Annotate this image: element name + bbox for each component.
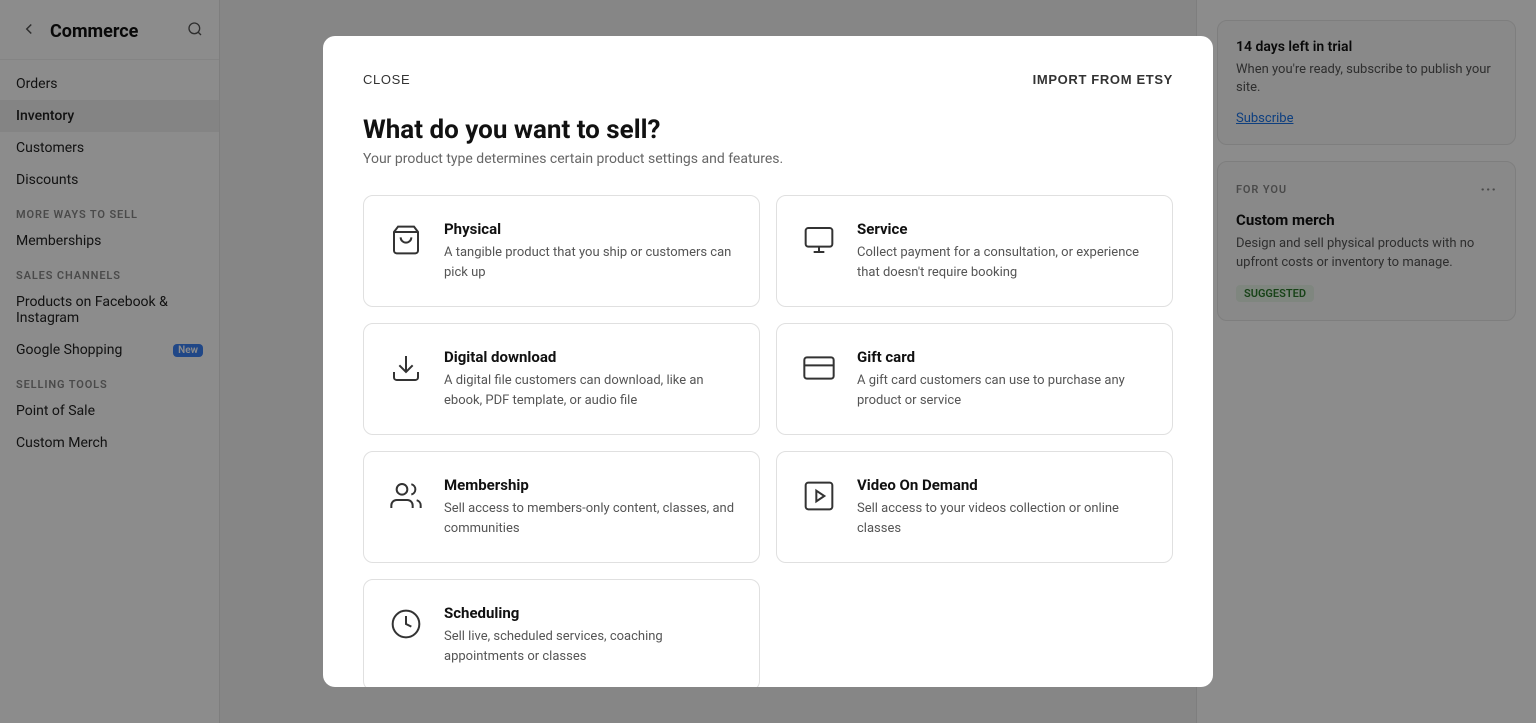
membership-desc: Sell access to members-only content, cla…: [444, 499, 737, 538]
modal-subtitle: Your product type determines certain pro…: [363, 151, 1173, 167]
gift-card-name: Gift card: [857, 348, 1150, 366]
digital-download-desc: A digital file customers can download, l…: [444, 371, 737, 410]
service-name: Service: [857, 220, 1150, 238]
membership-text: Membership Sell access to members-only c…: [444, 476, 737, 538]
download-icon: [386, 348, 426, 388]
gift-card-icon: [799, 348, 839, 388]
scheduling-text: Scheduling Sell live, scheduled services…: [444, 604, 737, 666]
video-on-demand-name: Video On Demand: [857, 476, 1150, 494]
product-card-membership[interactable]: Membership Sell access to members-only c…: [363, 451, 760, 563]
scheduling-icon: [386, 604, 426, 644]
physical-desc: A tangible product that you ship or cust…: [444, 243, 737, 282]
service-desc: Collect payment for a consultation, or e…: [857, 243, 1150, 282]
membership-icon: [386, 476, 426, 516]
modal-dialog: Close Import from Etsy What do you want …: [323, 36, 1213, 687]
product-card-digital-download[interactable]: Digital download A digital file customer…: [363, 323, 760, 435]
modal-close-button[interactable]: Close: [363, 72, 410, 87]
physical-icon: [386, 220, 426, 260]
physical-text: Physical A tangible product that you shi…: [444, 220, 737, 282]
physical-name: Physical: [444, 220, 737, 238]
video-on-demand-text: Video On Demand Sell access to your vide…: [857, 476, 1150, 538]
product-card-physical[interactable]: Physical A tangible product that you shi…: [363, 195, 760, 307]
product-card-scheduling[interactable]: Scheduling Sell live, scheduled services…: [363, 579, 760, 687]
product-card-service[interactable]: Service Collect payment for a consultati…: [776, 195, 1173, 307]
scheduling-name: Scheduling: [444, 604, 737, 622]
modal-title: What do you want to sell?: [363, 115, 1173, 145]
gift-card-text: Gift card A gift card customers can use …: [857, 348, 1150, 410]
digital-download-text: Digital download A digital file customer…: [444, 348, 737, 410]
scheduling-desc: Sell live, scheduled services, coaching …: [444, 627, 737, 666]
gift-card-desc: A gift card customers can use to purchas…: [857, 371, 1150, 410]
digital-download-name: Digital download: [444, 348, 737, 366]
service-icon: [799, 220, 839, 260]
service-text: Service Collect payment for a consultati…: [857, 220, 1150, 282]
video-icon: [799, 476, 839, 516]
product-type-grid: Physical A tangible product that you shi…: [363, 195, 1173, 687]
product-card-gift-card[interactable]: Gift card A gift card customers can use …: [776, 323, 1173, 435]
modal-top-bar: Close Import from Etsy: [363, 72, 1173, 87]
membership-name: Membership: [444, 476, 737, 494]
video-on-demand-desc: Sell access to your videos collection or…: [857, 499, 1150, 538]
modal-overlay[interactable]: Close Import from Etsy What do you want …: [0, 0, 1536, 723]
modal-import-button[interactable]: Import from Etsy: [1033, 72, 1173, 87]
product-card-video-on-demand[interactable]: Video On Demand Sell access to your vide…: [776, 451, 1173, 563]
